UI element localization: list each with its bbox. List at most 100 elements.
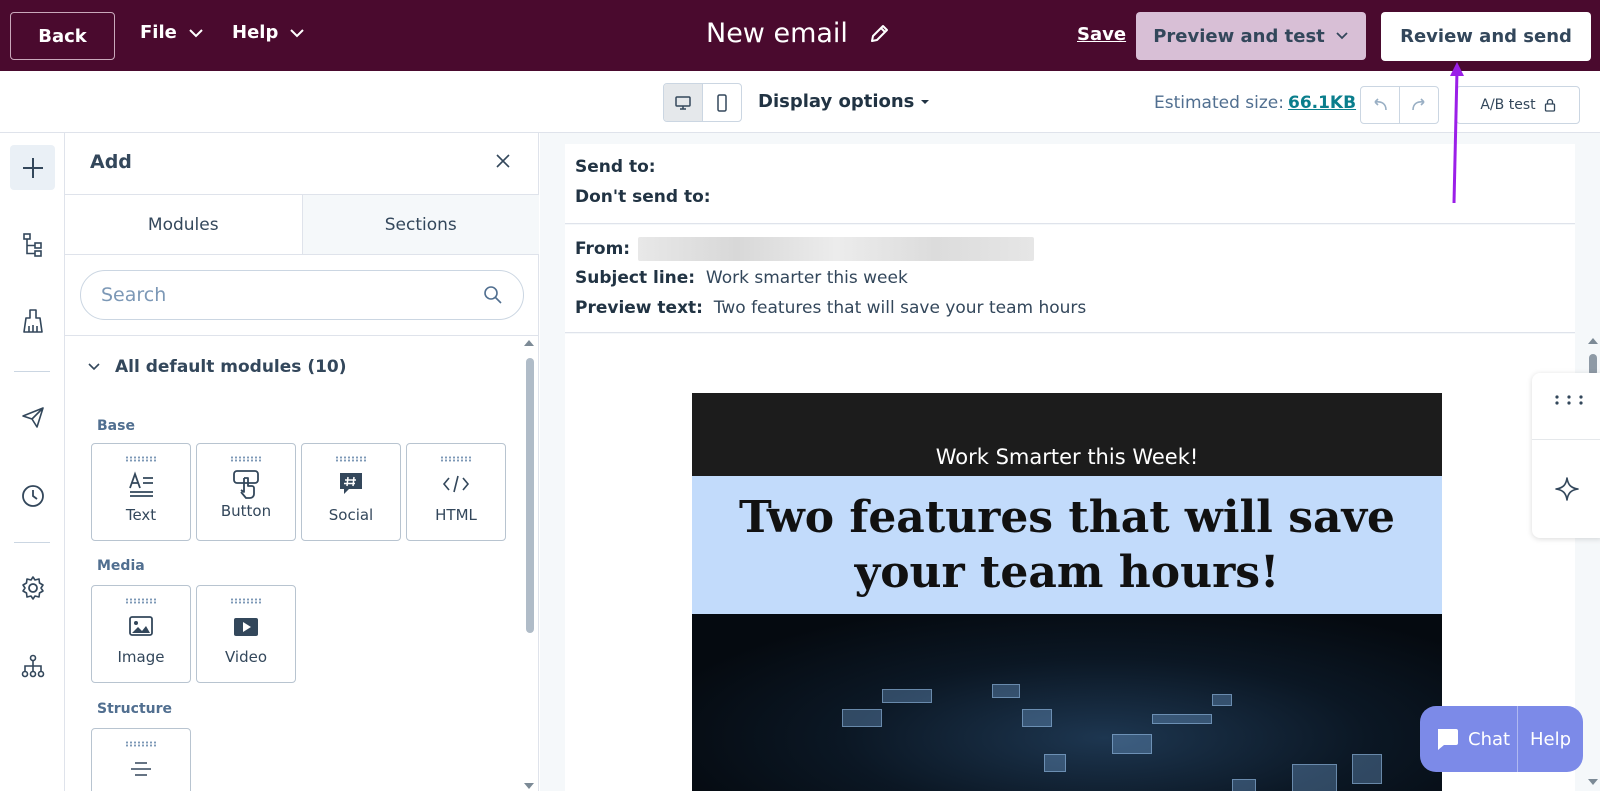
- social-icon: [340, 473, 362, 494]
- recipients-header[interactable]: Send to: Don't send to:: [565, 144, 1575, 224]
- settings-rail-button[interactable]: [10, 565, 55, 610]
- review-and-send-button[interactable]: Review and send: [1381, 12, 1591, 61]
- module-group-toggle[interactable]: All default modules (10): [87, 357, 347, 377]
- panel-scroll-thumb[interactable]: [526, 358, 534, 633]
- email-banner[interactable]: Work Smarter this Week!: [692, 393, 1442, 476]
- scroll-down-arrow-icon[interactable]: [1587, 777, 1599, 787]
- panel-title: Add: [90, 151, 132, 173]
- left-icon-rail: [0, 133, 65, 791]
- module-label: Button: [220, 502, 272, 520]
- email-preview-area: Send to: Don't send to: From: Subject li…: [540, 133, 1600, 791]
- module-image[interactable]: Image: [91, 585, 191, 683]
- mobile-view-button[interactable]: [703, 84, 741, 121]
- back-button[interactable]: Back: [10, 12, 115, 60]
- drag-handle-icon: [125, 598, 157, 604]
- redo-button[interactable]: [1400, 87, 1438, 123]
- estimated-size: Estimated size: 66.1KB: [1154, 93, 1356, 113]
- sender-subject-header[interactable]: From: Subject line: Work smarter this we…: [565, 225, 1575, 333]
- chat-bubble-icon: [1438, 729, 1458, 750]
- scroll-down-arrow-icon[interactable]: [523, 781, 535, 791]
- email-banner-text: Work Smarter this Week!: [935, 445, 1199, 469]
- undo-icon: [1374, 98, 1387, 111]
- save-button[interactable]: Save: [1077, 24, 1126, 45]
- chevron-down-icon: [290, 28, 305, 37]
- ab-test-label: A/B test: [1480, 97, 1536, 113]
- help-button[interactable]: Help: [1518, 729, 1571, 750]
- module-video[interactable]: Video: [196, 585, 296, 683]
- caret-down-icon: [921, 99, 930, 104]
- preview-text-value: Two features that will save your team ho…: [713, 298, 1087, 318]
- drag-handle-icon: [440, 456, 472, 462]
- close-icon[interactable]: [495, 153, 511, 169]
- display-options-dropdown[interactable]: Display options: [758, 91, 930, 112]
- drag-handle-icon: [125, 741, 157, 747]
- subject-line-label: Subject line:: [575, 268, 696, 288]
- ai-sparkle-icon[interactable]: [1554, 476, 1580, 502]
- scroll-up-arrow-icon[interactable]: [1587, 336, 1599, 346]
- module-social[interactable]: Social: [301, 443, 401, 541]
- drag-handle-icon: [125, 456, 157, 462]
- html-icon: [442, 475, 470, 493]
- ab-test-button[interactable]: A/B test: [1456, 86, 1580, 124]
- chat-button[interactable]: Chat: [1420, 706, 1518, 772]
- search-placeholder: Search: [101, 284, 167, 306]
- text-icon: [129, 471, 153, 497]
- module-button[interactable]: Button: [196, 443, 296, 541]
- email-hero-image[interactable]: [692, 614, 1442, 791]
- category-label: Structure: [97, 701, 173, 717]
- preview-text-label: Preview text:: [575, 298, 703, 318]
- preview-and-test-button[interactable]: Preview and test: [1136, 12, 1366, 60]
- display-options-label: Display options: [758, 91, 915, 112]
- device-toggle: [663, 83, 742, 122]
- email-title-group: New email: [706, 18, 890, 49]
- module-divider[interactable]: [91, 728, 191, 791]
- estimated-size-label: Estimated size:: [1154, 93, 1284, 113]
- design-rail-button[interactable]: [10, 298, 55, 343]
- pencil-edit-icon[interactable]: [868, 23, 890, 45]
- category-label: Base: [97, 418, 135, 434]
- send-rail-button[interactable]: [10, 394, 55, 439]
- rail-divider: [14, 371, 50, 372]
- annotation-arrow-icon: [1450, 62, 1464, 204]
- add-panel: Add Modules Sections Search All default …: [65, 133, 539, 791]
- drag-handle-icon: [230, 598, 262, 604]
- module-label: HTML: [435, 506, 477, 524]
- add-rail-button[interactable]: [10, 145, 55, 190]
- connections-rail-button[interactable]: [10, 643, 55, 688]
- tree-structure-icon: [22, 232, 42, 257]
- module-html[interactable]: HTML: [406, 443, 506, 541]
- send-to-label: Send to:: [575, 157, 656, 177]
- mobile-icon: [717, 93, 727, 112]
- button-icon: [233, 470, 259, 499]
- history-rail-button[interactable]: [10, 473, 55, 518]
- floating-tools-divider: [1532, 439, 1600, 440]
- plus-icon: [22, 157, 43, 178]
- drag-handle-icon: [230, 456, 262, 462]
- clock-icon: [21, 484, 44, 507]
- desktop-view-button[interactable]: [664, 84, 703, 121]
- more-options-icon[interactable]: [1554, 395, 1584, 405]
- search-input[interactable]: Search: [80, 270, 524, 320]
- panel-tabs: Modules Sections: [65, 194, 539, 255]
- from-label: From:: [575, 239, 631, 259]
- floating-tools: [1532, 373, 1600, 538]
- email-headline: Two features that will save your team ho…: [738, 492, 1396, 598]
- tab-sections[interactable]: Sections: [301, 195, 539, 254]
- contents-tree-rail-button[interactable]: [10, 222, 55, 267]
- undo-button[interactable]: [1361, 87, 1400, 123]
- tab-modules[interactable]: Modules: [65, 195, 302, 254]
- help-menu[interactable]: Help: [232, 22, 306, 43]
- panel-scrollbar[interactable]: [523, 338, 535, 791]
- divider-icon: [131, 762, 151, 776]
- desktop-icon: [675, 95, 691, 110]
- file-menu[interactable]: File: [140, 22, 205, 43]
- redo-icon: [1412, 98, 1425, 111]
- module-text[interactable]: Text: [91, 443, 191, 541]
- email-headline-section[interactable]: Two features that will save your team ho…: [692, 476, 1442, 614]
- module-label: Image: [117, 648, 165, 666]
- estimated-size-value[interactable]: 66.1KB: [1288, 93, 1356, 113]
- gear-icon: [21, 575, 44, 600]
- scroll-up-arrow-icon[interactable]: [523, 338, 535, 348]
- preview-and-test-label: Preview and test: [1153, 25, 1325, 47]
- top-bar: Back File Help New email Save Preview an…: [0, 0, 1600, 71]
